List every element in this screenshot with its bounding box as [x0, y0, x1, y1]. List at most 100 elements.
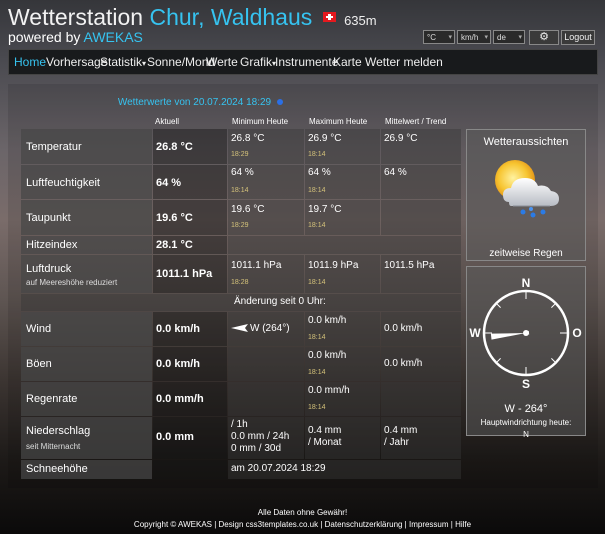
rainrate-mean — [381, 382, 461, 416]
humidity-max-value: 64 % — [308, 167, 331, 178]
nav-sonne-mond[interactable]: Sonne/Mond — [147, 55, 215, 69]
wind-max: 0.0 km/h 18:14 — [305, 312, 380, 346]
rainrate-current-value: 0.0 mm/h — [156, 393, 204, 405]
forecast-text: zeitweise Regen — [489, 248, 563, 259]
humidity-max: 64 % 18:14 — [305, 165, 380, 199]
powered-by-text: powered by — [8, 29, 81, 45]
dewpoint-mean — [381, 200, 461, 235]
temp-mean-value: 26.9 °C — [384, 133, 418, 144]
dewpoint-max: 19.7 °C 18:14 — [305, 200, 380, 235]
temp-unit-value: °C — [427, 33, 436, 42]
label-regenrate: Regenrate — [26, 393, 78, 405]
settings-button[interactable]: ⚙ — [529, 30, 559, 45]
humidity-mean: 64 % — [381, 165, 461, 199]
status-dot-icon — [277, 99, 284, 105]
copyright-links[interactable]: Copyright © AWEKAS | Design css3template… — [0, 520, 605, 529]
dewpoint-min: 19.6 °C 18:29 — [228, 200, 304, 235]
precip-30d: 0 mm / 30d — [231, 443, 282, 454]
compass-reading: W - 264° — [504, 403, 548, 415]
row-niederschlag-label: Niederschlag seit Mitternacht — [21, 417, 152, 459]
label-temperatur: Temperatur — [26, 141, 82, 153]
wind-mean-value: 0.0 km/h — [384, 323, 423, 334]
nav-grafik-label: Grafik — [240, 55, 273, 69]
pressure-min-time: 18:28 — [231, 279, 249, 286]
gust-current: 0.0 km/h — [153, 347, 227, 381]
temp-max-value: 26.9 °C — [308, 133, 342, 144]
label-feuchte: Luftfeuchtigkeit — [26, 177, 100, 189]
row-temperatur-label: Temperatur — [21, 129, 152, 164]
label-wind: Wind — [26, 323, 52, 335]
temp-unit-select[interactable]: °C ▾ — [423, 30, 455, 44]
pressure-current: 1011.1 hPa — [153, 255, 227, 293]
gust-mean-value: 0.0 km/h — [384, 358, 423, 369]
change-row: Änderung seit 0 Uhr: — [21, 294, 461, 311]
row-hitze-label: Hitzeindex — [21, 236, 152, 254]
gust-min — [228, 347, 304, 381]
temp-min-value: 26.8 °C — [231, 133, 265, 144]
temp-mean: 26.9 °C — [381, 129, 461, 164]
pressure-mean-value: 1011.5 hPa — [384, 260, 435, 271]
gust-current-value: 0.0 km/h — [156, 358, 201, 370]
nav-karte[interactable]: Karte — [333, 55, 362, 69]
wind-direction: W (264°) — [228, 312, 304, 346]
col-aktuell: Aktuell — [155, 117, 180, 126]
altitude: 635m — [344, 13, 377, 28]
col-minimum: Minimum Heute — [232, 117, 289, 126]
rainrate-max: 0.0 mm/h 18:14 — [305, 382, 380, 416]
gust-mean: 0.0 km/h — [381, 347, 461, 381]
col-mittelwert: Mittelwert / Trend — [385, 117, 447, 126]
language-select[interactable]: de ▾ — [493, 30, 525, 44]
pressure-max: 1011.9 hPa 18:14 — [305, 255, 380, 293]
precip-1h: / 1h — [231, 419, 248, 430]
precip-year: 0.4 mm / Jahr — [381, 417, 461, 459]
compass-rose-icon: N S W O — [469, 276, 581, 391]
nav-home[interactable]: Home — [14, 55, 46, 69]
nav-statistik[interactable]: Statistik▾ — [100, 55, 146, 69]
wind-arrow-icon — [231, 324, 248, 332]
rainrate-max-value: 0.0 mm/h — [308, 385, 350, 396]
forecast-box[interactable]: Wetteraussichten zeitweise Regen — [466, 129, 586, 261]
rainrate-current: 0.0 mm/h — [153, 382, 227, 416]
row-druck-label: Luftdruck auf Meereshöhe reduziert — [21, 255, 152, 293]
values-heading-text: Wetterwerte von 20.07.2024 18:29 — [117, 97, 272, 108]
nav-grafik[interactable]: Grafik▾ — [240, 55, 276, 69]
gust-max-value: 0.0 km/h — [308, 350, 347, 361]
wind-current-value: 0.0 km/h — [156, 323, 201, 335]
pressure-mean: 1011.5 hPa — [381, 255, 461, 293]
row-schnee-label: Schneehöhe — [21, 460, 152, 479]
language-value: de — [497, 33, 506, 42]
forecast-title: Wetteraussichten — [483, 136, 569, 148]
snow-current — [153, 460, 227, 479]
swiss-flag-icon — [322, 11, 336, 22]
dewpoint-max-value: 19.7 °C — [308, 204, 342, 215]
title-city: Chur, Waldhaus — [149, 4, 313, 30]
main-nav: Home Vorhersage Statistik▾ Sonne/Mond We… — [8, 49, 598, 75]
precip-current-value: 0.0 mm — [156, 431, 194, 443]
label-hitze: Hitzeindex — [26, 239, 78, 251]
nav-wetter-melden[interactable]: Wetter melden — [365, 55, 443, 69]
controls: °C ▾ km/h ▾ de ▾ ⚙ Logout — [423, 30, 595, 45]
header: Wetterstation Chur, Waldhaus 635m powere… — [0, 0, 605, 47]
temp-max-time: 18:14 — [308, 151, 326, 158]
wind-mean: 0.0 km/h — [381, 312, 461, 346]
snow-date: am 20.07.2024 18:29 — [228, 460, 461, 479]
chevron-down-icon: ▾ — [518, 34, 522, 41]
label-druck: Luftdruck — [26, 263, 72, 275]
powered-by: powered by AWEKAS — [8, 29, 143, 45]
nav-werte[interactable]: Werte — [206, 55, 238, 69]
nav-vorhersage[interactable]: Vorhersage — [46, 55, 107, 69]
wind-unit-select[interactable]: km/h ▾ — [457, 30, 491, 44]
humidity-max-time: 18:14 — [308, 187, 326, 194]
compass-w: W — [469, 326, 481, 340]
temp-current-value: 26.8 °C — [156, 141, 193, 153]
nav-instrumente[interactable]: Instrumente — [275, 55, 338, 69]
logout-button[interactable]: Logout — [561, 30, 595, 45]
heatindex-current: 28.1 °C — [153, 236, 227, 254]
dewpoint-min-time: 18:29 — [231, 222, 249, 229]
awekas-link[interactable]: AWEKAS — [84, 29, 143, 45]
gust-max: 0.0 km/h 18:14 — [305, 347, 380, 381]
precip-month-unit: / Monat — [308, 437, 342, 448]
rainrate-min — [228, 382, 304, 416]
col-maximum: Maximum Heute — [309, 117, 368, 126]
precip-year-value: 0.4 mm — [384, 425, 418, 436]
